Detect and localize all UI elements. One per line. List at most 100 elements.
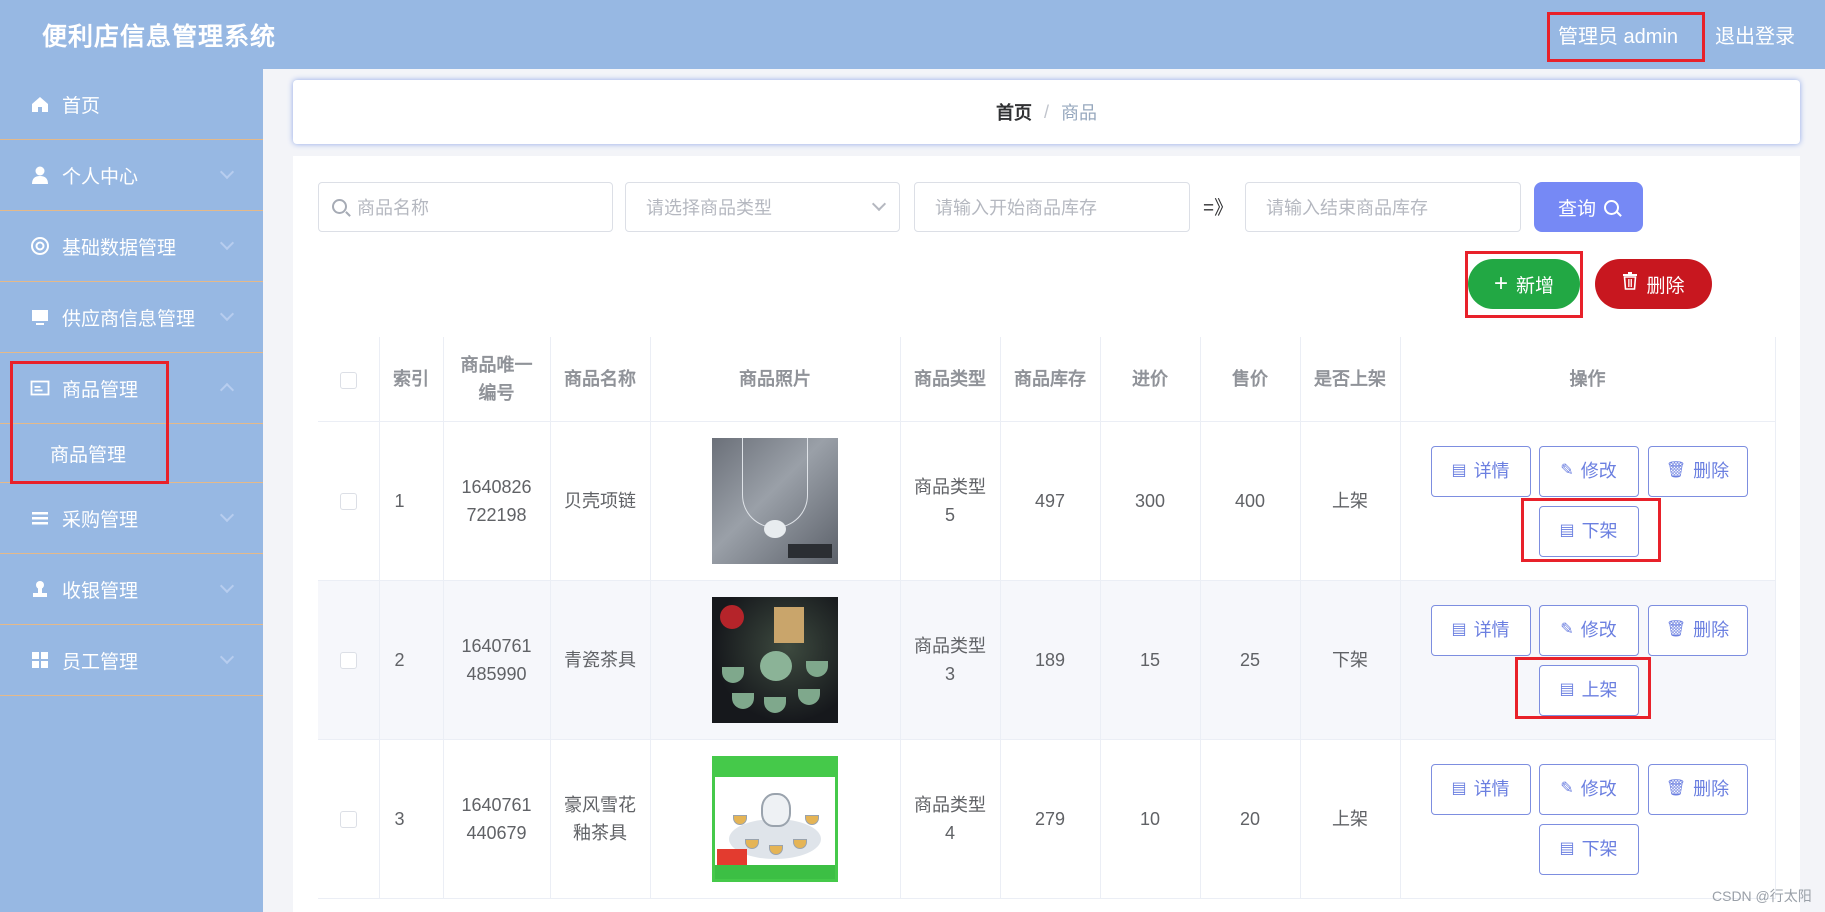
header-photo: 商品照片: [650, 337, 901, 422]
edit-button[interactable]: ✎ 修改: [1538, 445, 1639, 497]
cell-status: 上架: [1300, 739, 1401, 899]
document-icon: ▤: [1559, 522, 1575, 539]
cell-status: 下架: [1300, 580, 1401, 740]
toggle-listing-button[interactable]: ▤ 下架: [1538, 505, 1639, 557]
delete-button[interactable]: 🗑 删除: [1647, 445, 1748, 497]
chevron-down-icon: [219, 235, 235, 251]
trash-icon: 🗑: [1665, 780, 1687, 797]
sidebar-highlight-box: [10, 361, 169, 484]
cell-stock: 279: [1000, 739, 1101, 899]
sidebar-item-staff[interactable]: 员工管理: [0, 625, 263, 696]
row-select-cell: [318, 580, 380, 740]
sidebar-item-label: 基础数据管理: [62, 237, 177, 259]
document-icon: ▤: [1559, 681, 1575, 698]
tea-bag-shape: [774, 606, 804, 643]
toggle-listing-button-label: 上架: [1581, 680, 1618, 700]
sidebar-item-label: 首页: [62, 95, 101, 117]
row-checkbox[interactable]: [339, 493, 357, 511]
product-name-search-input[interactable]: 商品名称: [318, 182, 613, 232]
logout-link[interactable]: 退出登录: [1715, 20, 1795, 49]
cell-type: 商品类型5: [900, 421, 1001, 581]
photo-tag-shape: [717, 848, 747, 865]
document-icon: ▤: [1451, 621, 1467, 638]
row-checkbox[interactable]: [339, 811, 357, 829]
delete-button-label: 删除: [1693, 461, 1730, 481]
photo-banner-shape: [715, 758, 835, 777]
user-icon: [30, 165, 50, 185]
product-photo-snowflake-tea-set[interactable]: [712, 755, 838, 882]
start-stock-input[interactable]: 请输入开始商品库存: [914, 182, 1190, 232]
edit-button[interactable]: ✎ 修改: [1538, 763, 1639, 815]
header-operations: 操作: [1400, 337, 1776, 422]
delete-button[interactable]: 🗑 删除: [1647, 763, 1748, 815]
sidebar-item-cashier[interactable]: 收银管理: [0, 554, 263, 625]
cell-type-text: 商品类型5: [914, 476, 986, 525]
table-row: 2 1640761485990 青瓷茶具 商品类型3 189 15 25 下架 …: [318, 580, 1776, 740]
trash-icon: 🗑: [1665, 621, 1687, 638]
toggle-listing-button[interactable]: ▤ 上架: [1538, 664, 1639, 716]
detail-button[interactable]: ▤ 详情: [1430, 604, 1531, 656]
cell-cost: 300: [1100, 421, 1201, 581]
cell-operations: ▤ 详情 ✎ 修改 🗑 删除 ▤ 上架: [1400, 580, 1776, 740]
cell-name: 贝壳项链: [550, 421, 651, 581]
breadcrumb-home[interactable]: 首页: [996, 99, 1032, 125]
sidebar-item-supplier[interactable]: 供应商信息管理: [0, 282, 263, 353]
edit-button-label: 修改: [1580, 779, 1617, 799]
teacup-shape: [764, 696, 786, 713]
delete-button[interactable]: 🗑 删除: [1647, 604, 1748, 656]
cell-price: 25: [1200, 580, 1301, 740]
batch-delete-button-label: 删除: [1646, 275, 1685, 297]
cell-index: 3: [379, 739, 444, 899]
sidebar-item-label: 采购管理: [62, 509, 139, 531]
cell-type-text: 商品类型3: [914, 635, 986, 684]
batch-delete-button[interactable]: 删除: [1595, 259, 1712, 309]
product-table: 索引 商品唯一编号 商品名称 商品照片 商品类型 商品库存 进价 售价 是否上架…: [318, 337, 1776, 899]
product-type-select[interactable]: 请选择商品类型: [625, 182, 900, 232]
cell-cost: 15: [1100, 580, 1201, 740]
header-code: 商品唯一编号: [443, 337, 551, 422]
teacup-shape: [732, 692, 754, 709]
select-all-checkbox[interactable]: [339, 371, 357, 389]
chevron-down-icon: [219, 578, 235, 594]
chevron-up-icon: [219, 382, 235, 398]
teacup-shape: [733, 814, 747, 825]
cell-status: 上架: [1300, 421, 1401, 581]
teacup-shape: [793, 838, 807, 849]
teacup-shape: [806, 660, 828, 677]
stamp-icon: [30, 579, 50, 599]
detail-button[interactable]: ▤ 详情: [1430, 445, 1531, 497]
chevron-down-icon: [219, 649, 235, 665]
header-code-label: 商品唯一编号: [460, 354, 533, 403]
cell-type: 商品类型3: [900, 580, 1001, 740]
teapot-shape: [760, 650, 792, 681]
sidebar-item-basic-data[interactable]: 基础数据管理: [0, 211, 263, 282]
sidebar-item-label: 供应商信息管理: [62, 308, 196, 330]
detail-button[interactable]: ▤ 详情: [1430, 763, 1531, 815]
detail-button-label: 详情: [1473, 620, 1510, 640]
sidebar-item-label: 员工管理: [62, 651, 139, 673]
brand-logo-shape: [720, 604, 744, 629]
header-status: 是否上架: [1300, 337, 1401, 422]
top-header: 便利店信息管理系统 管理员 admin 退出登录: [0, 0, 1825, 69]
cell-code: 1640761440679: [443, 739, 551, 899]
edit-button[interactable]: ✎ 修改: [1538, 604, 1639, 656]
product-photo-necklace[interactable]: [712, 437, 838, 564]
product-photo-celadon-tea-set[interactable]: [712, 596, 838, 723]
sidebar-item-home[interactable]: 首页: [0, 69, 263, 140]
table-header-row: 索引 商品唯一编号 商品名称 商品照片 商品类型 商品库存 进价 售价 是否上架…: [318, 337, 1776, 422]
cell-operations: ▤ 详情 ✎ 修改 🗑 删除 ▤ 下架: [1400, 739, 1776, 899]
sidebar-item-purchase[interactable]: 采购管理: [0, 483, 263, 554]
cell-stock: 189: [1000, 580, 1101, 740]
document-icon: ▤: [1559, 840, 1575, 857]
query-button[interactable]: 查询: [1534, 182, 1643, 232]
teapot-shape: [761, 792, 791, 827]
at-icon: [30, 236, 50, 256]
toggle-listing-button[interactable]: ▤ 下架: [1538, 823, 1639, 875]
add-button[interactable]: + 新增: [1468, 259, 1580, 309]
necklace-chain-shape: [742, 437, 808, 528]
sidebar-item-personal-center[interactable]: 个人中心: [0, 140, 263, 211]
end-stock-input[interactable]: 请输入结束商品库存: [1245, 182, 1521, 232]
user-label[interactable]: 管理员 admin: [1558, 20, 1678, 49]
row-checkbox[interactable]: [339, 652, 357, 670]
header-cost: 进价: [1100, 337, 1201, 422]
